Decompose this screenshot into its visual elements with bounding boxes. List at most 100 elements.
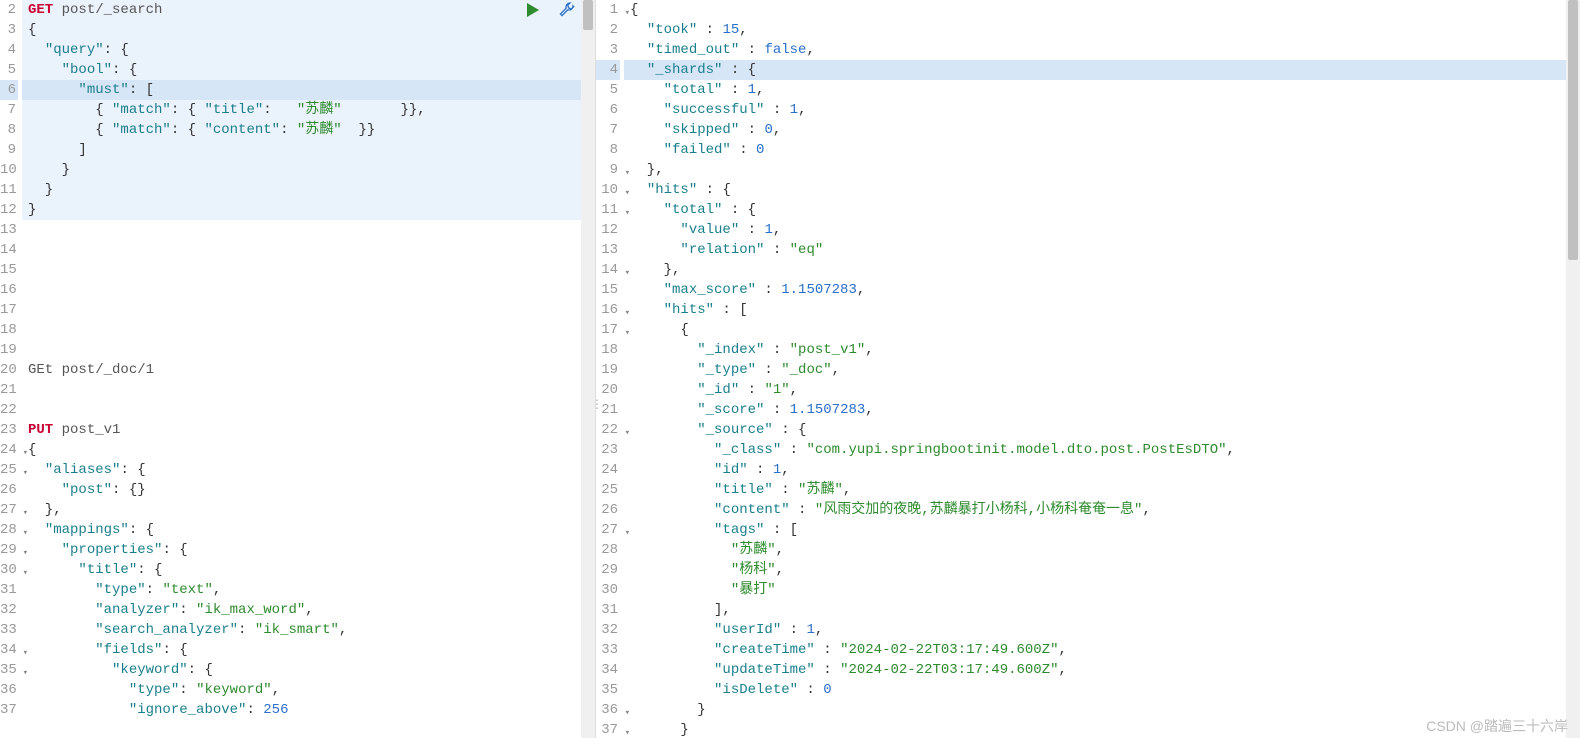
code-line[interactable]: [22, 280, 595, 300]
code-line[interactable]: { "match": { "title": "苏麟" }},: [22, 100, 595, 120]
code-line[interactable]: "post": {}: [22, 480, 595, 500]
gutter-line: 30▾: [0, 560, 18, 580]
code-line[interactable]: {: [624, 320, 1580, 340]
code-line[interactable]: GET post/_search: [22, 0, 595, 20]
code-line[interactable]: {: [624, 0, 1580, 20]
run-button[interactable]: [525, 2, 543, 20]
gutter-line: 21: [0, 380, 18, 400]
code-line[interactable]: "value" : 1,: [624, 220, 1580, 240]
code-line[interactable]: "苏麟",: [624, 540, 1580, 560]
gutter-line: 32: [596, 620, 620, 640]
code-line[interactable]: "userId" : 1,: [624, 620, 1580, 640]
code-line[interactable]: }: [22, 180, 595, 200]
gutter-line: 9▾: [0, 140, 18, 160]
code-line[interactable]: }: [22, 160, 595, 180]
gutter-line: 2: [596, 20, 620, 40]
code-line[interactable]: PUT post_v1: [22, 420, 595, 440]
code-line[interactable]: ],: [624, 600, 1580, 620]
code-line[interactable]: "total" : {: [624, 200, 1580, 220]
code-line[interactable]: "took" : 15,: [624, 20, 1580, 40]
code-line[interactable]: [22, 260, 595, 280]
code-line[interactable]: "bool": {: [22, 60, 595, 80]
code-line[interactable]: "aliases": {: [22, 460, 595, 480]
gutter-line: 6: [596, 100, 620, 120]
code-viewer-right[interactable]: { "took" : 15, "timed_out" : false, "_sh…: [624, 0, 1580, 738]
code-line[interactable]: [22, 220, 595, 240]
code-line[interactable]: [22, 400, 595, 420]
code-line[interactable]: "_type" : "_doc",: [624, 360, 1580, 380]
code-line[interactable]: "title": {: [22, 560, 595, 580]
code-line[interactable]: "_source" : {: [624, 420, 1580, 440]
code-line[interactable]: "hits" : {: [624, 180, 1580, 200]
gutter-line: 14: [0, 240, 18, 260]
code-line[interactable]: [22, 320, 595, 340]
gutter-line: 30: [596, 580, 620, 600]
wrench-icon[interactable]: [559, 2, 577, 20]
code-line[interactable]: "max_score" : 1.1507283,: [624, 280, 1580, 300]
code-line[interactable]: "isDelete" : 0: [624, 680, 1580, 700]
code-line[interactable]: { "match": { "content": "苏麟" }}: [22, 120, 595, 140]
code-line[interactable]: "_class" : "com.yupi.springbootinit.mode…: [624, 440, 1580, 460]
code-line[interactable]: "id" : 1,: [624, 460, 1580, 480]
code-line[interactable]: [22, 240, 595, 260]
gutter-line: 26: [596, 500, 620, 520]
code-line[interactable]: },: [624, 160, 1580, 180]
code-line[interactable]: "total" : 1,: [624, 80, 1580, 100]
gutter-line: 6▾: [0, 80, 18, 100]
gutter-line: 25▾: [0, 460, 18, 480]
code-line[interactable]: ]: [22, 140, 595, 160]
code-line[interactable]: "fields": {: [22, 640, 595, 660]
code-line[interactable]: "query": {: [22, 40, 595, 60]
code-line[interactable]: [22, 340, 595, 360]
code-line[interactable]: "hits" : [: [624, 300, 1580, 320]
code-line[interactable]: "updateTime" : "2024-02-22T03:17:49.600Z…: [624, 660, 1580, 680]
line-gutter-left: 2▾3▾4▾5▾6▾789▾10▾11▾12131415161718192021…: [0, 0, 22, 720]
code-line[interactable]: "杨科",: [624, 560, 1580, 580]
gutter-line: 37: [0, 700, 18, 720]
code-line[interactable]: "relation" : "eq": [624, 240, 1580, 260]
code-line[interactable]: {: [22, 440, 595, 460]
gutter-line: 28: [596, 540, 620, 560]
code-line[interactable]: "createTime" : "2024-02-22T03:17:49.600Z…: [624, 640, 1580, 660]
gutter-line: 34▾: [0, 640, 18, 660]
code-line[interactable]: "type": "text",: [22, 580, 595, 600]
gutter-line: 22▾: [596, 420, 620, 440]
code-line[interactable]: "search_analyzer": "ik_smart",: [22, 620, 595, 640]
code-line[interactable]: "ignore_above": 256: [22, 700, 595, 720]
gutter-line: 37▾: [596, 720, 620, 738]
code-editor-left[interactable]: GET post/_search{ "query": { "bool": { "…: [22, 0, 595, 720]
code-line[interactable]: "failed" : 0: [624, 140, 1580, 160]
code-line[interactable]: "暴打": [624, 580, 1580, 600]
code-line[interactable]: "_id" : "1",: [624, 380, 1580, 400]
gutter-line: 12: [0, 200, 18, 220]
code-line[interactable]: "skipped" : 0,: [624, 120, 1580, 140]
code-line[interactable]: "_score" : 1.1507283,: [624, 400, 1580, 420]
code-line[interactable]: "keyword": {: [22, 660, 595, 680]
code-line[interactable]: "title" : "苏麟",: [624, 480, 1580, 500]
code-line[interactable]: "analyzer": "ik_max_word",: [22, 600, 595, 620]
code-line[interactable]: "properties": {: [22, 540, 595, 560]
code-line[interactable]: "must": [: [22, 80, 595, 100]
gutter-line: 9▾: [596, 160, 620, 180]
code-line[interactable]: },: [624, 260, 1580, 280]
code-line[interactable]: "_shards" : {: [624, 60, 1580, 80]
code-line[interactable]: "successful" : 1,: [624, 100, 1580, 120]
code-line[interactable]: }: [22, 200, 595, 220]
code-line[interactable]: "_index" : "post_v1",: [624, 340, 1580, 360]
code-line[interactable]: {: [22, 20, 595, 40]
scrollbar-right[interactable]: [1566, 0, 1580, 738]
scrollbar-left[interactable]: [581, 0, 595, 738]
code-line[interactable]: "mappings": {: [22, 520, 595, 540]
code-line[interactable]: "type": "keyword",: [22, 680, 595, 700]
gutter-line: 13: [596, 240, 620, 260]
code-line[interactable]: },: [22, 500, 595, 520]
code-line[interactable]: [22, 300, 595, 320]
code-line[interactable]: [22, 380, 595, 400]
code-line[interactable]: "timed_out" : false,: [624, 40, 1580, 60]
code-line[interactable]: "content" : "风雨交加的夜晚,苏麟暴打小杨科,小杨科奄奄一息",: [624, 500, 1580, 520]
gutter-line: 7: [0, 100, 18, 120]
gutter-line: 31: [0, 580, 18, 600]
code-line[interactable]: GEt post/_doc/1: [22, 360, 595, 380]
code-line[interactable]: "tags" : [: [624, 520, 1580, 540]
gutter-line: 24: [596, 460, 620, 480]
